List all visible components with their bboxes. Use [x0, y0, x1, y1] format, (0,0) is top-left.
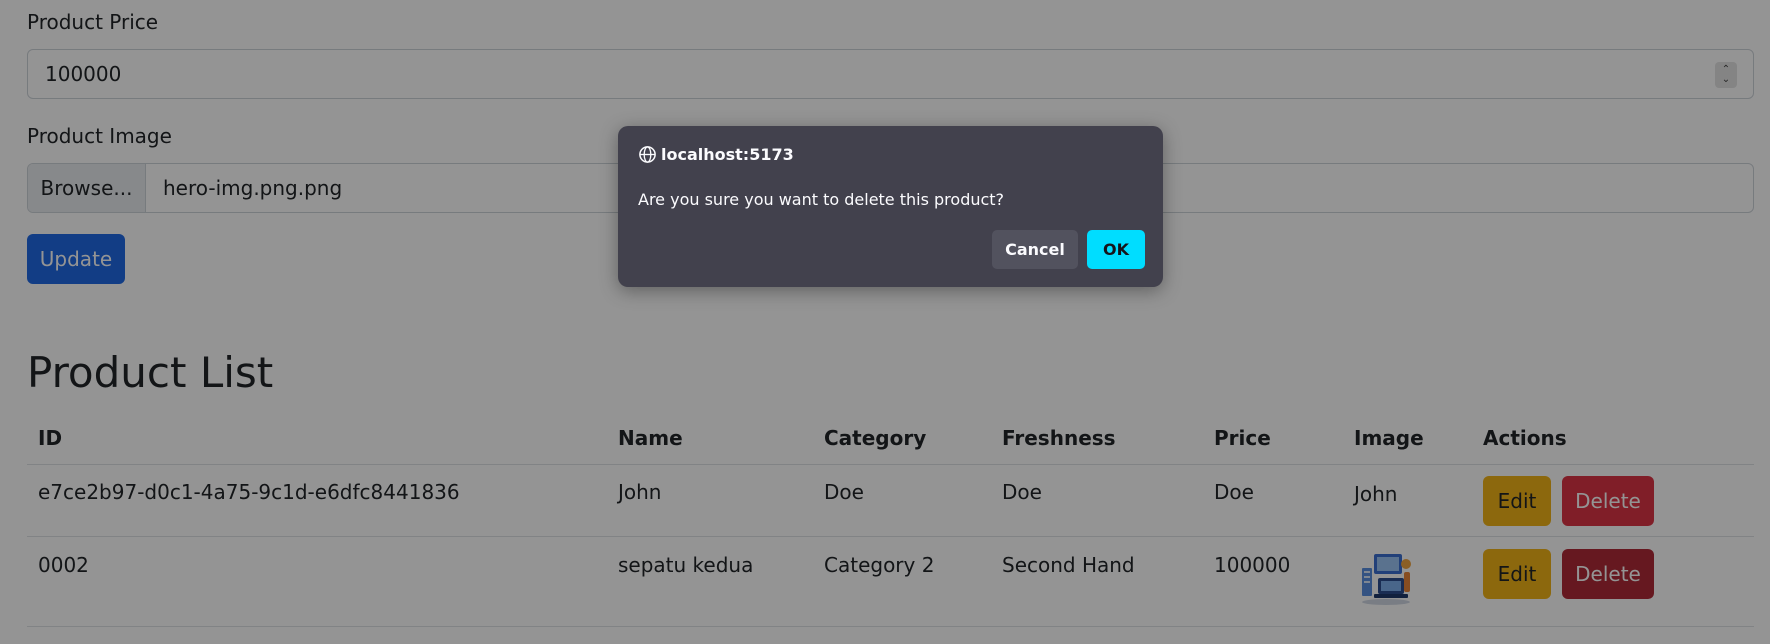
globe-icon: [639, 146, 656, 163]
modal-backdrop: [0, 0, 1770, 644]
dialog-origin: localhost:5173: [638, 145, 794, 164]
confirm-dialog: localhost:5173 Are you sure you want to …: [618, 126, 1163, 287]
cancel-button[interactable]: Cancel: [992, 230, 1078, 269]
dialog-message: Are you sure you want to delete this pro…: [638, 190, 1005, 209]
dialog-origin-text: localhost:5173: [661, 145, 794, 164]
ok-button[interactable]: OK: [1087, 230, 1145, 269]
